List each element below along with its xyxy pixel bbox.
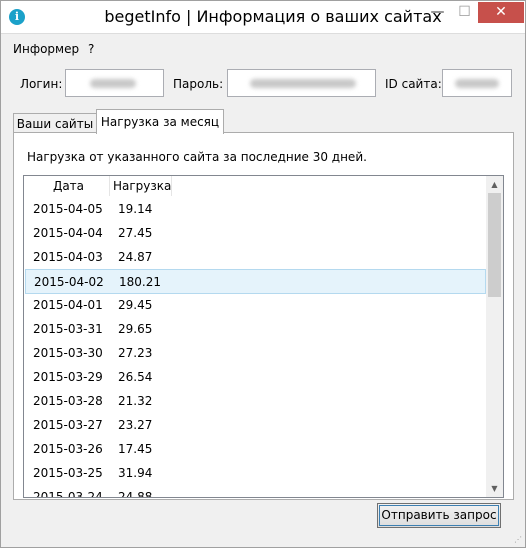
tab-your-sites[interactable]: Ваши сайты [13, 113, 97, 134]
login-field[interactable] [65, 69, 164, 97]
table-row[interactable]: 2015-03-27 23.27 [25, 413, 486, 437]
table-row[interactable]: 2015-03-24 24.88 [25, 485, 486, 498]
table-row[interactable]: 2015-04-05 19.14 [25, 197, 486, 221]
cell-load: 180.21 [119, 275, 161, 289]
credentials-row: Логин: Пароль: ID сайта: [1, 69, 525, 99]
cell-date: 2015-04-03 [33, 250, 103, 264]
menu-bar: Информер ? [1, 33, 525, 62]
scroll-up-arrow-icon[interactable]: ▲ [486, 176, 503, 193]
cell-date: 2015-03-29 [33, 370, 103, 384]
table-row[interactable]: 2015-03-25 31.94 [25, 461, 486, 485]
cell-date: 2015-03-31 [33, 322, 103, 336]
cell-load: 21.32 [118, 394, 153, 408]
login-label: Логин: [20, 77, 63, 91]
panel-description: Нагрузка от указанного сайта за последни… [27, 150, 367, 164]
table-row[interactable]: 2015-03-29 26.54 [25, 365, 486, 389]
cell-load: 29.65 [118, 322, 153, 336]
vertical-scrollbar[interactable]: ▲ ▼ [486, 176, 503, 497]
cell-load: 31.94 [118, 466, 153, 480]
table-row[interactable]: 2015-04-04 27.45 [25, 221, 486, 245]
cell-load: 26.54 [118, 370, 153, 384]
cell-load: 27.45 [118, 226, 153, 240]
cell-date: 2015-03-25 [33, 466, 103, 480]
table-row[interactable]: 2015-04-01 29.45 [25, 293, 486, 317]
cell-date: 2015-03-26 [33, 442, 103, 456]
cell-load: 29.45 [118, 298, 153, 312]
cell-load: 17.45 [118, 442, 153, 456]
monthly-load-panel: Нагрузка от указанного сайта за последни… [13, 132, 514, 500]
cell-load: 24.88 [118, 490, 153, 498]
column-header-date[interactable]: Дата [24, 176, 110, 196]
table-row[interactable]: 2015-04-03 24.87 [25, 245, 486, 269]
table-row[interactable]: 2015-03-31 29.65 [25, 317, 486, 341]
cell-date: 2015-03-24 [33, 490, 103, 498]
cell-load: 23.27 [118, 418, 153, 432]
password-field[interactable] [227, 69, 376, 97]
tab-monthly-load[interactable]: Нагрузка за месяц [96, 109, 224, 134]
scroll-down-arrow-icon[interactable]: ▼ [486, 480, 503, 497]
cell-date: 2015-03-28 [33, 394, 103, 408]
cell-date: 2015-04-04 [33, 226, 103, 240]
list-header: Дата Нагрузка [24, 176, 486, 196]
table-row[interactable]: 2015-03-30 27.23 [25, 341, 486, 365]
cell-date: 2015-03-30 [33, 346, 103, 360]
site-id-redacted [455, 79, 499, 88]
minimize-button[interactable]: — [424, 2, 451, 23]
site-id-label: ID сайта: [385, 77, 442, 91]
cell-date: 2015-04-05 [33, 202, 103, 216]
close-button[interactable]: ✕ [478, 2, 524, 23]
password-label: Пароль: [173, 77, 224, 91]
send-request-button[interactable]: Отправить запрос [377, 503, 501, 528]
login-redacted [90, 79, 136, 88]
load-list[interactable]: Дата Нагрузка 2015-04-05 19.14 2015-04-04 2… [23, 175, 504, 498]
cell-load: 24.87 [118, 250, 153, 264]
scrollbar-thumb[interactable] [488, 193, 501, 297]
title-bar[interactable]: i begetInfo | Информация о ваших сайтах … [1, 1, 525, 33]
site-id-field[interactable] [442, 69, 512, 97]
menu-item-informer[interactable]: Информер [13, 42, 79, 56]
cell-load: 19.14 [118, 202, 153, 216]
cell-date: 2015-03-27 [33, 418, 103, 432]
menu-item-help[interactable]: ? [88, 42, 94, 56]
password-redacted [250, 79, 356, 88]
column-header-load[interactable]: Нагрузка [110, 176, 172, 196]
table-row[interactable]: 2015-03-28 21.32 [25, 389, 486, 413]
maximize-button[interactable]: ☐ [451, 2, 478, 23]
app-window: i begetInfo | Информация о ваших сайтах … [0, 0, 526, 548]
table-row[interactable]: 2015-04-02 180.21 [25, 269, 486, 294]
table-row[interactable]: 2015-03-26 17.45 [25, 437, 486, 461]
resize-grip-icon[interactable]: ⋰ [514, 535, 522, 544]
cell-date: 2015-04-01 [33, 298, 103, 312]
cell-load: 27.23 [118, 346, 153, 360]
cell-date: 2015-04-02 [34, 275, 104, 289]
